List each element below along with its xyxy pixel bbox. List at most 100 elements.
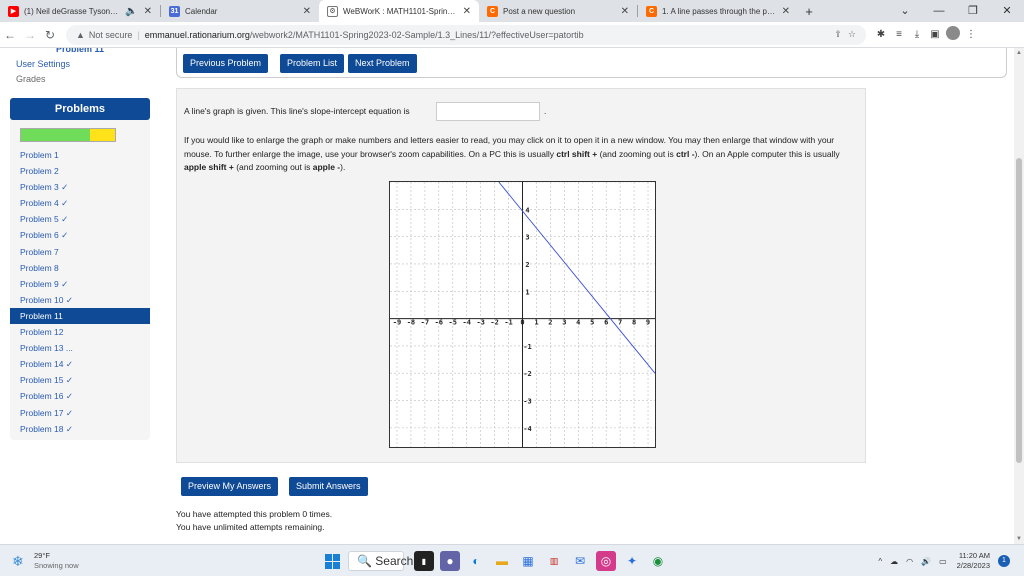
calendar-icon: 31 <box>169 5 180 17</box>
x-tick-label: -3 <box>476 319 484 327</box>
scroll-up-icon[interactable]: ▲ <box>1014 50 1024 56</box>
tab-post-question[interactable]: C Post a new question ✕ <box>479 0 637 22</box>
answer-input[interactable] <box>436 102 540 121</box>
notification-icon[interactable]: 1 <box>998 555 1010 567</box>
taskbar-apps: 🔍 Search ▮ ● ◐ ▬ ▦ ▥ ✉ ◎ ✦ ◉ <box>322 551 674 571</box>
messenger-icon[interactable]: ✦ <box>622 551 642 571</box>
close-icon[interactable]: ✕ <box>782 6 790 17</box>
sidebar-item-problem[interactable]: Problem 5 ✓ <box>10 211 150 227</box>
security-label[interactable]: Not secure <box>89 30 133 40</box>
windows-start-icon[interactable] <box>322 551 342 571</box>
next-problem-button[interactable]: Next Problem <box>348 54 417 73</box>
sidebar-item-problem[interactable]: Problem 7 <box>10 244 150 260</box>
browser-toolbar: ← → ↻ ▲ Not secure | emmanuel.rationariu… <box>0 22 1024 48</box>
tab-webwork[interactable]: ⚙ WeBWorK : MATH1101-Spring20 ✕ <box>319 0 479 22</box>
download-icon[interactable]: ⤓ <box>908 29 926 40</box>
sidebar-item-problem[interactable]: Problem 8 <box>10 260 150 276</box>
page-scrollbar[interactable]: ▲ ▼ <box>1014 48 1024 544</box>
close-window-icon[interactable]: ✕ <box>990 0 1024 22</box>
problem-list-button[interactable]: Problem List <box>280 54 345 73</box>
tab-title: WeBWorK : MATH1101-Spring20 <box>343 6 457 16</box>
sidebar-item-problem[interactable]: Problem 4 ✓ <box>10 195 150 211</box>
y-tick-label: 3 <box>525 234 529 242</box>
sidebar-item-problem[interactable]: Problem 9 ✓ <box>10 276 150 292</box>
new-tab-button[interactable]: + <box>798 0 820 22</box>
scrollbar-thumb[interactable] <box>1016 158 1022 463</box>
sidebar-item-problem[interactable]: Problem 18 ✓ <box>10 421 150 437</box>
restore-icon[interactable]: ❐ <box>956 0 990 22</box>
taskbar-search[interactable]: 🔍 Search <box>348 551 413 571</box>
close-icon[interactable]: ✕ <box>463 6 471 17</box>
close-icon[interactable]: ✕ <box>621 6 629 17</box>
volume-icon[interactable]: 🔊 <box>921 557 931 566</box>
avatar[interactable] <box>944 26 962 43</box>
chevron-up-icon[interactable]: ^ <box>878 557 882 566</box>
x-tick-label: 8 <box>632 319 636 327</box>
forward-icon[interactable]: → <box>20 28 40 42</box>
speaker-icon[interactable]: 🔈 <box>125 6 137 17</box>
store-icon[interactable]: ▦ <box>518 551 538 571</box>
tab-calendar[interactable]: 31 Calendar ✕ <box>161 0 319 22</box>
x-tick-label: -9 <box>393 319 401 327</box>
app-icon[interactable]: ▥ <box>544 551 564 571</box>
bookmark-star-icon[interactable]: ☆ <box>848 29 856 40</box>
y-tick-label: -2 <box>523 370 531 378</box>
clock[interactable]: 11:20 AM 2/28/2023 <box>957 551 990 571</box>
chrome-icon[interactable]: ◉ <box>648 551 668 571</box>
edge-icon[interactable]: ◐ <box>466 551 486 571</box>
x-tick-label: -7 <box>421 319 429 327</box>
close-icon[interactable]: ✕ <box>303 6 311 17</box>
grades-link[interactable]: Grades <box>10 69 150 84</box>
submit-answers-button[interactable]: Submit Answers <box>289 477 368 496</box>
wifi-icon[interactable]: ◠ <box>906 557 913 566</box>
sidebar-item-problem[interactable]: Problem 12 <box>10 324 150 340</box>
sidebar-item-problem[interactable]: Problem 2 <box>10 163 150 179</box>
scroll-down-icon[interactable]: ▼ <box>1014 536 1024 542</box>
x-tick-label: 4 <box>576 319 580 327</box>
sidebar-item-problem[interactable]: Problem 14 ✓ <box>10 356 150 372</box>
address-bar[interactable]: ▲ Not secure | emmanuel.rationarium.org … <box>66 24 866 45</box>
sidebar-item-problem[interactable]: Problem 10 ✓ <box>10 292 150 308</box>
chat-icon[interactable]: ● <box>440 551 460 571</box>
tab-line-question[interactable]: C 1. A line passes through the poin ✕ <box>638 0 798 22</box>
chegg-icon: C <box>646 5 657 17</box>
extension-icon[interactable]: ✱ <box>872 29 890 40</box>
sidebar-item-problem[interactable]: Problem 11 <box>10 307 150 325</box>
task-view-icon[interactable]: ▮ <box>414 551 434 571</box>
tab-search-icon[interactable]: ⌄ <box>888 0 922 22</box>
instagram-icon[interactable]: ◎ <box>596 551 616 571</box>
url-path: /webwork2/MATH1101-Spring2023-02-Sample/… <box>249 29 584 40</box>
share-icon[interactable]: ⇪ <box>834 29 842 40</box>
sidebar-item-problem[interactable]: Problem 6 ✓ <box>10 227 150 243</box>
tab-youtube[interactable]: ▶ (1) Neil deGrasse Tyson | Thi 🔈 ✕ <box>0 0 160 22</box>
system-tray: ^ ☁ ◠ 🔊 ▭ 11:20 AM 2/28/2023 1 <box>870 551 1010 571</box>
previous-problem-button[interactable]: Previous Problem <box>183 54 269 73</box>
problems-heading: Problems <box>10 98 150 120</box>
onedrive-icon[interactable]: ☁ <box>890 557 898 566</box>
mac-zoom-in-keys: apple shift + <box>184 162 234 172</box>
weather-widget[interactable]: ❄ 29°F Snowing now <box>12 551 79 571</box>
line-graph[interactable]: -9 -8 -7 -6 -5 -4 -3 -2 -1 0 1 2 3 4 5 6 7 8 9 4 3 2 1 -1 -2 -3 -4 <box>389 181 656 448</box>
file-explorer-icon[interactable]: ▬ <box>492 551 512 571</box>
sidebar-item-problem[interactable]: Problem 13 ... <box>10 340 150 356</box>
sidebar-item-problem[interactable]: Problem 15 ✓ <box>10 372 150 388</box>
pc-zoom-in-keys: ctrl shift + <box>556 148 598 159</box>
sidebar-item-problem[interactable]: Problem 17 ✓ <box>10 405 150 421</box>
sidebar-item-problem[interactable]: Problem 1 <box>10 147 150 163</box>
minimize-icon[interactable]: — <box>922 0 956 22</box>
menu-icon[interactable]: ⋮ <box>962 29 980 40</box>
reading-list-icon[interactable]: ≡ <box>890 29 908 40</box>
preview-answers-button[interactable]: Preview My Answers <box>181 477 279 496</box>
graph-svg: -9 -8 -7 -6 -5 -4 -3 -2 -1 0 1 2 3 4 5 6 7 8 9 4 3 2 1 -1 -2 -3 -4 <box>390 181 656 447</box>
reload-icon[interactable]: ↻ <box>40 28 60 42</box>
close-icon[interactable]: ✕ <box>144 6 152 17</box>
side-panel-icon[interactable]: ▣ <box>926 29 944 40</box>
sidebar-item-problem[interactable]: Problem 16 ✓ <box>10 388 150 404</box>
divider: | <box>137 29 140 40</box>
user-settings-link[interactable]: User Settings <box>10 54 150 69</box>
warning-icon[interactable]: ▲ <box>76 30 85 40</box>
battery-icon[interactable]: ▭ <box>939 557 947 566</box>
back-icon[interactable]: ← <box>0 28 20 42</box>
mail-icon[interactable]: ✉ <box>570 551 590 571</box>
sidebar-item-problem[interactable]: Problem 3 ✓ <box>10 179 150 195</box>
